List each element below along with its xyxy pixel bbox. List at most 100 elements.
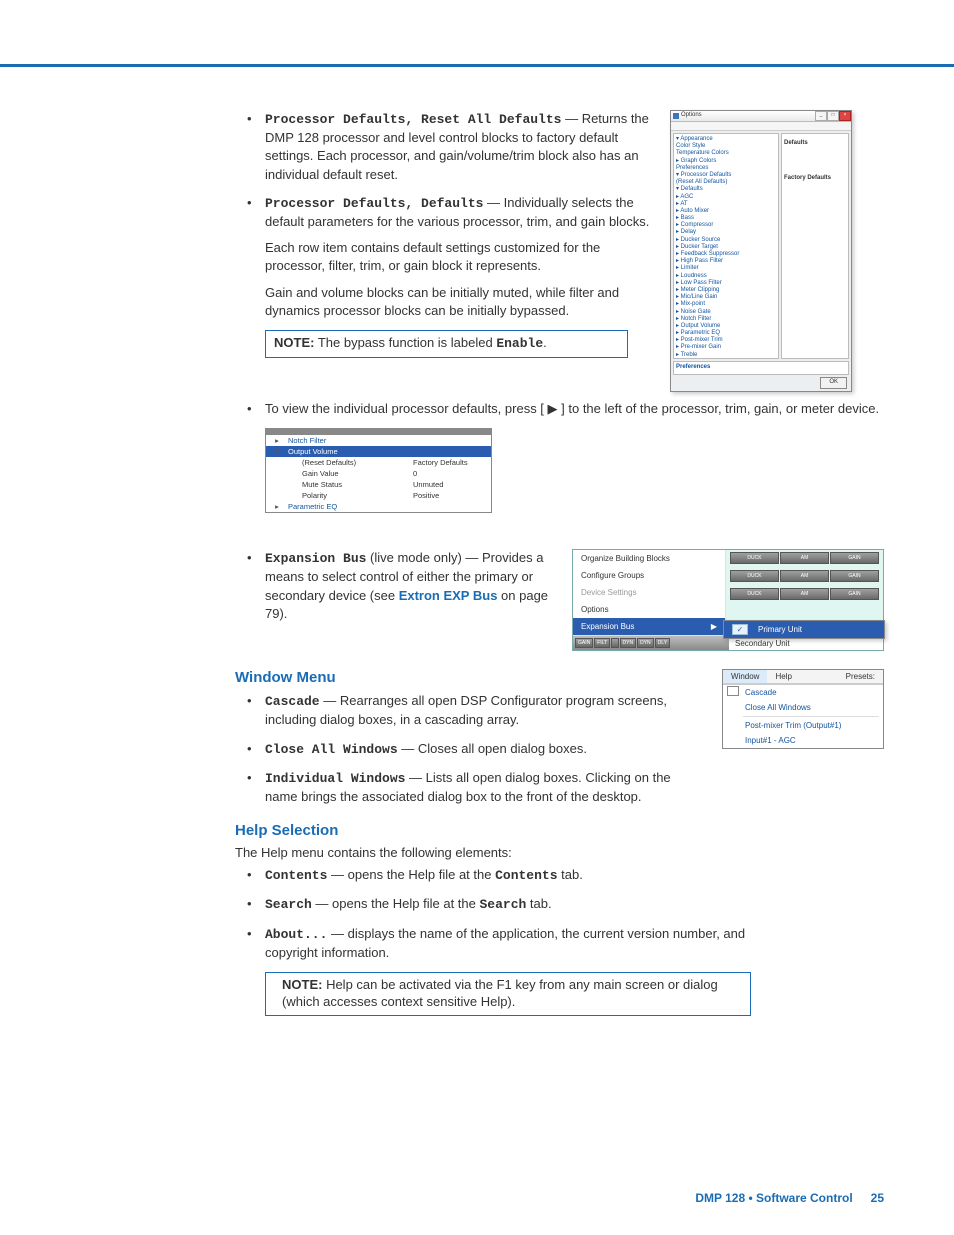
tree-item[interactable]: ▸ Mix-point <box>676 301 776 308</box>
outvol-row[interactable]: Mute StatusUnmuted <box>266 479 491 490</box>
tree-item[interactable]: ▸ Feedback Suppressor <box>676 251 776 258</box>
exp-submenu[interactable]: ✓Primary Unit <box>723 620 885 639</box>
tree-item[interactable]: ▾ Appearance <box>676 136 776 143</box>
expand-icon[interactable] <box>266 469 288 478</box>
expand-icon[interactable]: ▾ <box>266 447 288 456</box>
signal-block: AM <box>780 588 829 600</box>
exp-menu[interactable]: Organize Building BlocksConfigure Groups… <box>573 550 726 635</box>
bullet-title: Processor Defaults, Reset All Defaults <box>265 112 561 127</box>
tree-item[interactable]: ▸ Output Volume <box>676 323 776 330</box>
tree-item[interactable]: ▸ Limiter <box>676 265 776 272</box>
min-button[interactable]: _ <box>815 111 827 121</box>
row-value <box>413 502 491 511</box>
tree-item[interactable]: ▸ High Pass Filter <box>676 258 776 265</box>
link-exp-bus[interactable]: Extron EXP Bus <box>399 588 498 603</box>
tree-item[interactable]: ▸ AT <box>676 201 776 208</box>
expand-icon[interactable] <box>266 480 288 489</box>
tree-item[interactable]: ▸ Auto Mixer <box>676 208 776 215</box>
tree-item[interactable]: Color Style <box>676 143 776 150</box>
row-name: (Reset Defaults) <box>288 458 413 467</box>
signal-block: AM <box>780 552 829 564</box>
exp-menu-item[interactable]: Options <box>573 601 725 618</box>
options-titlebar: Options _ □ × <box>671 111 851 122</box>
row-value: Factory Defaults <box>413 458 491 467</box>
tree-item[interactable]: ▸ Delay <box>676 229 776 236</box>
row-name: Parametric EQ <box>288 502 413 511</box>
signal-block <box>611 638 618 648</box>
signal-block: GAIN <box>830 552 879 564</box>
exp-menu-item[interactable]: Configure Groups <box>573 567 725 584</box>
tree-item[interactable]: ▸ Ducker Source <box>676 237 776 244</box>
tree-item[interactable]: ▸ Low Pass Filter <box>676 280 776 287</box>
signal-block: DUCK <box>730 552 779 564</box>
tree-item[interactable]: ▸ Loudness <box>676 273 776 280</box>
win-menubar[interactable]: Window Help Presets: <box>723 670 883 684</box>
outvol-row[interactable]: PolarityPositive <box>266 490 491 501</box>
expand-icon[interactable]: ▸ <box>266 436 288 445</box>
outvol-row[interactable]: ▸Notch Filter <box>266 435 491 446</box>
expand-icon[interactable] <box>266 491 288 500</box>
row-value: 0 <box>413 469 491 478</box>
tree-item[interactable]: ▸ Pre-mixer Gain <box>676 344 776 351</box>
signal-block: DYN <box>620 638 637 648</box>
row-value <box>413 447 491 456</box>
outvol-row[interactable]: Gain Value0 <box>266 468 491 479</box>
exp-sub-item[interactable]: ✓Primary Unit <box>724 621 884 638</box>
tree-item[interactable]: ▸ Mic/Line Gain <box>676 294 776 301</box>
cascade-icon <box>727 686 739 696</box>
tree-item[interactable]: ▸ Notch Filter <box>676 316 776 323</box>
signal-block: GAIN <box>830 588 879 600</box>
tree-item[interactable]: ▸ Treble <box>676 352 776 359</box>
help-intro: The Help menu contains the following ele… <box>235 845 884 860</box>
exp-menu-item[interactable]: Expansion Bus▶ <box>573 618 725 635</box>
outvol-row[interactable]: ▸Parametric EQ <box>266 501 491 512</box>
tree-item[interactable]: ▸ Graph Colors <box>676 158 776 165</box>
exp-menu-item[interactable]: Organize Building Blocks <box>573 550 725 567</box>
win-drop-item[interactable]: Post-mixer Trim (Output#1) <box>739 718 883 733</box>
signal-block: GAIN <box>830 570 879 582</box>
win-drop-item[interactable]: Input#1 - AGC <box>739 733 883 748</box>
expand-icon[interactable] <box>266 458 288 467</box>
max-button[interactable]: □ <box>827 111 839 121</box>
tree-item[interactable]: ▾ Defaults <box>676 186 776 193</box>
page-footer: DMP 128 • Software Control 25 <box>695 1191 884 1205</box>
tree-item[interactable]: ▸ Meter Clipping <box>676 287 776 294</box>
menu-window[interactable]: Window <box>723 670 767 683</box>
row-value: Unmuted <box>413 480 491 489</box>
note-help-f1: NOTE: Help can be activated via the F1 k… <box>265 972 751 1016</box>
preferences-row[interactable]: Preferences <box>673 361 849 375</box>
close-button[interactable]: × <box>839 111 851 121</box>
tree-item[interactable]: ▸ AGC <box>676 194 776 201</box>
bullet-item: Contents — opens the Help file at the Co… <box>235 866 795 885</box>
signal-block: GAIN <box>575 638 593 648</box>
tree-item[interactable]: ▾ Processor Defaults <box>676 172 776 179</box>
page-content: Processor Defaults, Reset All Defaults —… <box>80 110 884 1016</box>
tree-item[interactable]: ▸ Compressor <box>676 222 776 229</box>
tree-item[interactable]: Preferences <box>676 165 776 172</box>
bullet-view-defaults: To view the individual processor default… <box>235 400 884 418</box>
ok-button[interactable]: OK <box>820 377 847 388</box>
bullet-defaults: Processor Defaults, Defaults — Individua… <box>235 194 650 320</box>
expand-icon[interactable]: ▸ <box>266 502 288 511</box>
options-tree[interactable]: ▾ Appearance Color Style Temperature Col… <box>673 133 779 359</box>
options-toolbar <box>671 122 851 131</box>
tree-item[interactable]: ▸ Parametric EQ <box>676 330 776 337</box>
outvol-row[interactable]: (Reset Defaults)Factory Defaults <box>266 457 491 468</box>
win-drop-item[interactable]: Cascade <box>739 685 883 700</box>
menu-help[interactable]: Help <box>767 670 799 683</box>
tree-item[interactable]: ▸ Ducker Target <box>676 244 776 251</box>
win-dropdown[interactable]: CascadeClose All Windows Post-mixer Trim … <box>723 684 883 748</box>
bullet-item: Search — opens the Help file at the Sear… <box>235 895 795 914</box>
outvol-row[interactable]: ▾Output Volume <box>266 446 491 457</box>
tree-item[interactable]: ▸ Bass <box>676 215 776 222</box>
tree-item[interactable]: (Reset All Defaults) <box>676 179 776 186</box>
separator <box>743 716 879 717</box>
win-drop-item[interactable]: Close All Windows <box>739 700 883 715</box>
tree-item[interactable]: ▸ Noise Gate <box>676 309 776 316</box>
signal-block: FILT <box>594 638 610 648</box>
menu-presets: Presets: <box>838 670 883 683</box>
heading-help-selection: Help Selection <box>235 822 884 839</box>
tree-item[interactable]: ▸ Post-mixer Trim <box>676 337 776 344</box>
row-name: Polarity <box>288 491 413 500</box>
tree-item[interactable]: Temperature Colors <box>676 150 776 157</box>
